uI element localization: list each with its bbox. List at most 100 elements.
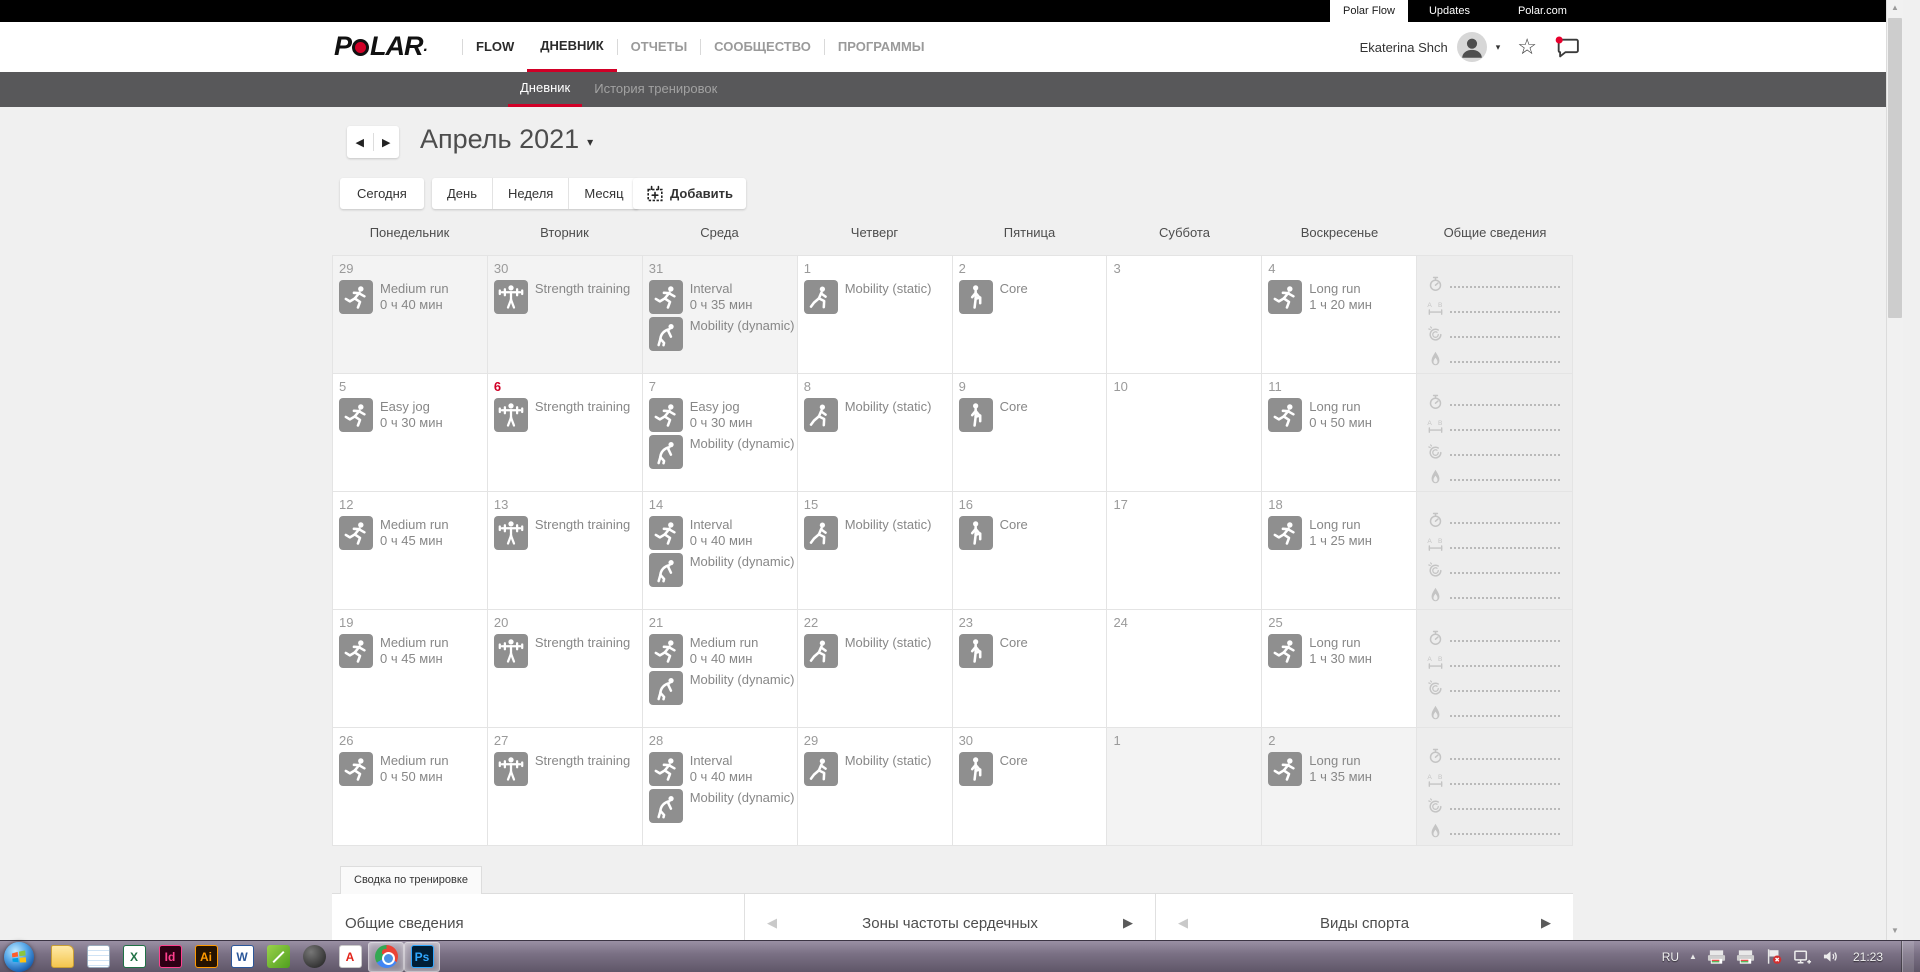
section-next-arrow[interactable]: ▶ [1541,915,1551,931]
site-tab-updates[interactable]: Updates [1416,0,1483,22]
workout-event[interactable]: Core [958,280,1101,314]
workout-event[interactable]: Interval 0 ч 40 мин [648,516,791,550]
scroll-down-arrow[interactable]: ▼ [1887,926,1903,935]
hidden-icons-arrow[interactable]: ▲ [1689,952,1697,961]
workout-event[interactable]: Mobility (dynamic) [648,435,794,469]
calendar-day-cell[interactable]: 13 Strength training [487,492,643,610]
workout-event[interactable]: Mobility (static) [803,634,946,668]
calendar-day-cell[interactable]: 24 [1107,610,1263,728]
calendar-day-cell[interactable]: 1 Mobility (static) [797,256,953,374]
today-button[interactable]: Сегодня [340,178,424,209]
taskbar-app-notepad[interactable] [80,942,116,972]
workout-event[interactable]: Core [958,634,1101,668]
calendar-day-cell[interactable]: 18 Long run 1 ч 25 мин [1262,492,1418,610]
workout-event[interactable]: Interval 0 ч 40 мин [648,752,791,786]
workout-event[interactable]: Strength training [493,516,636,550]
calendar-day-cell[interactable]: 11 Long run 0 ч 50 мин [1262,374,1418,492]
calendar-day-cell[interactable]: 30 Core [952,728,1108,846]
nav-item-дневник[interactable]: ДНЕВНИК [527,22,617,72]
workout-event[interactable]: Long run 1 ч 20 мин [1268,280,1410,314]
calendar-day-cell[interactable]: 14 Interval 0 ч 40 мин Mobility (dynamic) [642,492,798,610]
workout-event[interactable]: Mobility (static) [803,752,946,786]
next-month-button[interactable]: ▶ [374,136,400,149]
calendar-day-cell[interactable]: 31 Interval 0 ч 35 мин Mobility (dynamic) [642,256,798,374]
workout-event[interactable]: Mobility (dynamic) [648,553,794,587]
workout-event[interactable]: Core [958,398,1101,432]
subnav-item-дневник[interactable]: Дневник [508,72,583,107]
taskbar-app-green[interactable] [260,942,296,972]
workout-event[interactable]: Core [958,752,1101,786]
prev-month-button[interactable]: ◀ [347,136,373,149]
nav-item-программы[interactable]: ПРОГРАММЫ [825,22,938,72]
workout-event[interactable]: Medium run 0 ч 40 мин [648,634,791,668]
calendar-day-cell[interactable]: 5 Easy jog 0 ч 30 мин [333,374,488,492]
calendar-day-cell[interactable]: 16 Core [952,492,1108,610]
calendar-day-cell[interactable]: 2 Long run 1 ч 35 мин [1262,728,1418,846]
calendar-day-cell[interactable]: 23 Core [952,610,1108,728]
workout-event[interactable]: Long run 1 ч 25 мин [1268,516,1410,550]
favorites-star-icon[interactable]: ☆ [1517,34,1537,60]
workout-event[interactable]: Long run 0 ч 50 мин [1268,398,1410,432]
taskbar-app-illustrator[interactable]: Ai [188,942,224,972]
printer-icon[interactable] [1736,949,1755,965]
site-tab-polar-com[interactable]: Polar.com [1505,0,1580,22]
vertical-scrollbar[interactable]: ▲ ▼ [1886,0,1903,940]
calendar-day-cell[interactable]: 21 Medium run 0 ч 40 мин Mobility (dynamic) [642,610,798,728]
workout-event[interactable]: Strength training [493,398,636,432]
calendar-day-cell[interactable]: 9 Core [952,374,1108,492]
start-button[interactable] [4,941,34,972]
workout-event[interactable]: Mobility (static) [803,398,946,432]
taskbar-app-acrobat[interactable]: A [332,942,368,972]
calendar-day-cell[interactable]: 30 Strength training [487,256,643,374]
calendar-day-cell[interactable]: 25 Long run 1 ч 30 мин [1262,610,1418,728]
scroll-up-arrow[interactable]: ▲ [1887,3,1903,12]
taskbar-app-dark[interactable] [296,942,332,972]
taskbar-app-photoshop[interactable]: Ps [404,941,440,972]
calendar-day-cell[interactable]: 7 Easy jog 0 ч 30 мин Mobility (dynamic) [642,374,798,492]
workout-event[interactable]: Long run 1 ч 35 мин [1268,752,1410,786]
user-menu-caret-icon[interactable]: ▾ [1496,42,1501,53]
avatar[interactable] [1457,32,1487,62]
workout-event[interactable]: Mobility (dynamic) [648,789,794,823]
calendar-day-cell[interactable]: 27 Strength training [487,728,643,846]
polar-logo[interactable]: P LAR. [334,31,428,62]
workout-event[interactable]: Mobility (static) [803,280,946,314]
calendar-day-cell[interactable]: 4 Long run 1 ч 20 мин [1262,256,1418,374]
language-indicator[interactable]: RU [1662,950,1679,964]
taskbar-app-chrome[interactable] [368,941,404,972]
taskbar-app-excel[interactable]: X [116,942,152,972]
workout-event[interactable]: Easy jog 0 ч 30 мин [648,398,791,432]
calendar-day-cell[interactable]: 12 Medium run 0 ч 45 мин [333,492,488,610]
nav-item-сообщество[interactable]: СООБЩЕСТВО [701,22,824,72]
calendar-day-cell[interactable]: 17 [1107,492,1263,610]
workout-event[interactable]: Easy jog 0 ч 30 мин [339,398,481,432]
workout-event[interactable]: Long run 1 ч 30 мин [1268,634,1410,668]
site-tab-polar-flow[interactable]: Polar Flow [1330,0,1408,22]
taskbar-app-indesign[interactable]: Id [152,942,188,972]
workout-event[interactable]: Strength training [493,634,636,668]
section-next-arrow[interactable]: ▶ [1123,915,1133,931]
taskbar-app-word[interactable]: W [224,942,260,972]
workout-event[interactable]: Core [958,516,1101,550]
action-center-flag-icon[interactable] [1765,948,1783,965]
calendar-day-cell[interactable]: 10 [1107,374,1263,492]
view-button-месяц[interactable]: Месяц [568,178,638,209]
volume-icon[interactable] [1822,949,1839,964]
printer-icon[interactable] [1707,949,1726,965]
network-icon[interactable] [1793,949,1812,965]
calendar-day-cell[interactable]: 3 [1107,256,1263,374]
calendar-day-cell[interactable]: 29 Medium run 0 ч 40 мин [333,256,488,374]
workout-event[interactable]: Medium run 0 ч 45 мин [339,634,481,668]
training-summary-tab[interactable]: Сводка по тренировке [340,866,482,894]
calendar-day-cell[interactable]: 6 Strength training [487,374,643,492]
workout-event[interactable]: Medium run 0 ч 50 мин [339,752,481,786]
calendar-day-cell[interactable]: 29 Mobility (static) [797,728,953,846]
calendar-day-cell[interactable]: 1 [1107,728,1263,846]
workout-event[interactable]: Mobility (static) [803,516,946,550]
workout-event[interactable]: Medium run 0 ч 45 мин [339,516,481,550]
notifications-icon[interactable] [1554,35,1581,60]
workout-event[interactable]: Medium run 0 ч 40 мин [339,280,481,314]
scrollbar-thumb[interactable] [1888,18,1902,318]
calendar-day-cell[interactable]: 15 Mobility (static) [797,492,953,610]
subnav-item-история-тренировок[interactable]: История тренировок [582,72,729,107]
